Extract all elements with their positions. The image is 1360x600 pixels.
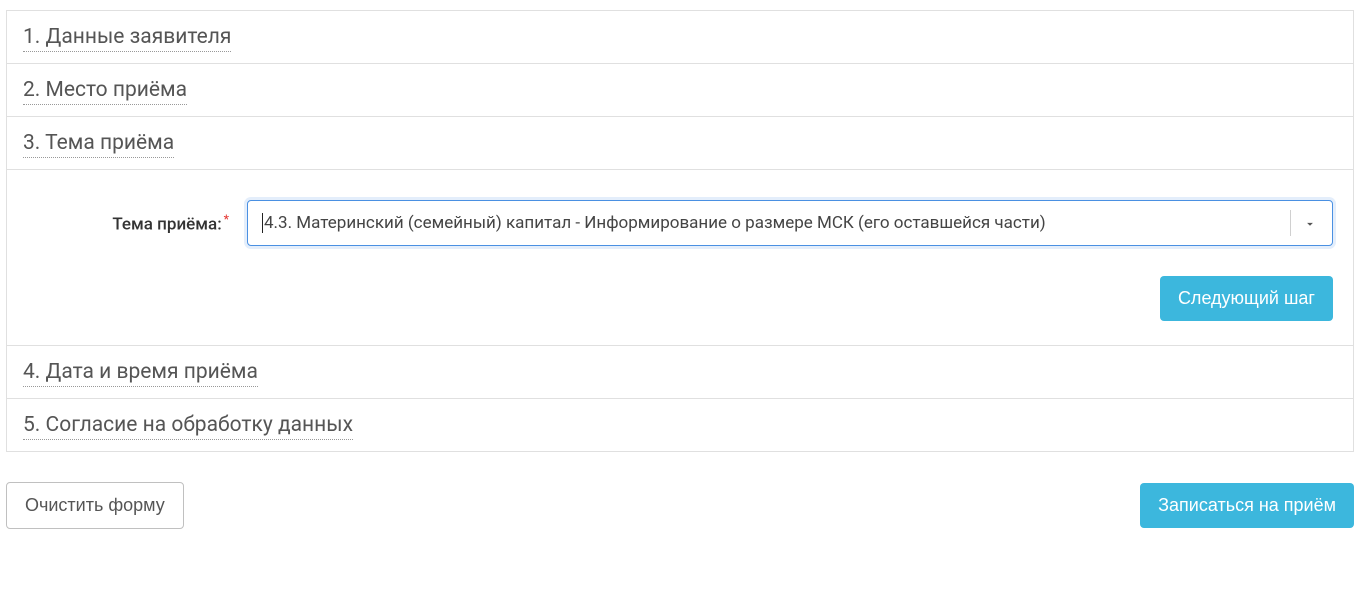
chevron-down-icon[interactable] [1303, 216, 1317, 230]
step-3-title: 3. Тема приёма [23, 131, 174, 158]
step-5-title: 5. Согласие на обработку данных [23, 413, 353, 440]
step-3-panel: Тема приёма:* 4.3. Материнский (семейный… [7, 170, 1353, 346]
topic-row: Тема приёма:* 4.3. Материнский (семейный… [27, 200, 1333, 246]
step-4-title: 4. Дата и время приёма [23, 360, 258, 387]
next-step-button[interactable]: Следующий шаг [1160, 276, 1333, 321]
select-divider [1290, 210, 1291, 236]
required-marker: * [224, 212, 229, 226]
step-1-title: 1. Данные заявителя [23, 25, 231, 52]
step-2-header[interactable]: 2. Место приёма [7, 64, 1353, 117]
step-1-header[interactable]: 1. Данные заявителя [7, 11, 1353, 64]
form-footer: Очистить форму Записаться на приём [6, 482, 1354, 529]
step-2-title: 2. Место приёма [23, 78, 187, 105]
topic-select-value: 4.3. Материнский (семейный) капитал - Ин… [264, 213, 1046, 233]
topic-select[interactable]: 4.3. Материнский (семейный) капитал - Ин… [247, 200, 1333, 246]
step-4-header[interactable]: 4. Дата и время приёма [7, 346, 1353, 399]
step-3-header[interactable]: 3. Тема приёма [7, 117, 1353, 170]
steps-accordion: 1. Данные заявителя 2. Место приёма 3. Т… [6, 10, 1354, 452]
topic-label: Тема приёма:* [27, 212, 247, 235]
topic-label-text: Тема приёма: [112, 214, 221, 234]
topic-select-wrap: 4.3. Материнский (семейный) капитал - Ин… [247, 200, 1333, 246]
step-3-footer: Следующий шаг [27, 276, 1333, 321]
clear-form-button[interactable]: Очистить форму [6, 482, 184, 529]
text-cursor [262, 213, 263, 233]
step-5-header[interactable]: 5. Согласие на обработку данных [7, 399, 1353, 452]
submit-button[interactable]: Записаться на приём [1140, 483, 1354, 528]
